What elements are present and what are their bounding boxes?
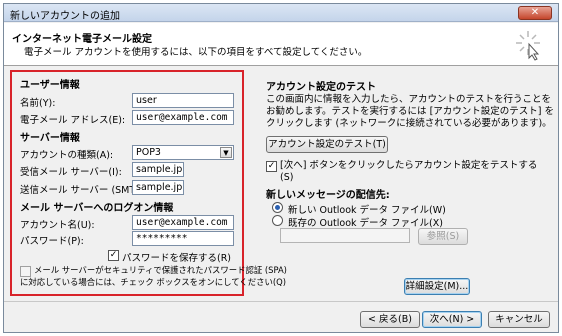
- name-field[interactable]: user: [132, 93, 234, 108]
- title-bar: 新しいアカウントの追加 ✕: [4, 4, 558, 22]
- test-desc-line2: お勧めします。テストを実行するには [アカウント設定のテスト] を: [266, 106, 555, 117]
- test-desc-line3: クリックします (ネットワークに接続されている必要があります)。: [266, 118, 552, 129]
- password-field[interactable]: *********: [132, 231, 234, 246]
- remember-password-label: パスワードを保存する(R): [122, 253, 232, 264]
- name-label: 名前(Y):: [20, 98, 56, 109]
- remember-password-checkbox[interactable]: ✓: [108, 250, 119, 261]
- password-label: パスワード(P):: [20, 236, 84, 247]
- content-area: ユーザー情報 名前(Y): user 電子メール アドレス(E): user@e…: [4, 67, 558, 300]
- test-heading: アカウント設定のテスト: [266, 82, 376, 93]
- logon-info-heading: メール サーバーへのログオン情報: [20, 203, 174, 214]
- delivery-heading: 新しいメッセージの配信先:: [266, 190, 390, 201]
- close-button[interactable]: ✕: [518, 6, 552, 20]
- browse-button[interactable]: 参照(S): [418, 228, 468, 245]
- existing-data-file-radio[interactable]: [272, 215, 283, 226]
- test-account-button[interactable]: アカウント設定のテスト(T): [266, 136, 388, 153]
- account-type-select[interactable]: POP3 ▼: [132, 145, 234, 160]
- chevron-down-icon[interactable]: ▼: [220, 147, 232, 158]
- server-info-heading: サーバー情報: [20, 133, 80, 144]
- new-data-file-label: 新しい Outlook データ ファイル(W): [288, 205, 446, 216]
- spa-label-line1: メール サーバーがセキュリティで保護されたパスワード認証 (SPA): [34, 265, 287, 275]
- header-title: インターネット電子メール設定: [12, 34, 152, 45]
- wizard-cursor-icon: [516, 31, 540, 61]
- existing-data-file-label: 既存の Outlook データ ファイル(X): [288, 218, 443, 229]
- advanced-settings-button[interactable]: 詳細設定(M)...: [404, 278, 470, 295]
- data-file-path-field[interactable]: [280, 228, 410, 243]
- header-panel: インターネット電子メール設定 電子メール アカウントを使用するには、以下の項目を…: [4, 23, 558, 66]
- incoming-server-field[interactable]: sample.jp: [132, 162, 184, 177]
- window-title: 新しいアカウントの追加: [10, 11, 120, 22]
- footer-bar: < 戻る(B) 次へ(N) > キャンセル: [4, 301, 558, 334]
- spa-label-line2: に対応している場合には、チェック ボックスをオンにしてください(Q): [20, 277, 287, 287]
- new-data-file-radio[interactable]: [272, 202, 283, 213]
- header-subtitle: 電子メール アカウントを使用するには、以下の項目をすべて設定してください。: [24, 47, 368, 58]
- back-button[interactable]: < 戻る(B): [360, 311, 420, 328]
- test-desc-line1: この画面内に情報を入力したら、アカウントのテストを行うことを: [266, 94, 552, 105]
- incoming-server-label: 受信メール サーバー(I):: [20, 167, 122, 178]
- email-field[interactable]: user@example.com: [132, 110, 234, 125]
- auto-test-label-line1: [次へ] ボタンをクリックしたらアカウント設定をテストする: [280, 160, 538, 171]
- account-name-label: アカウント名(U):: [20, 220, 95, 231]
- email-label: 電子メール アドレス(E):: [20, 115, 126, 126]
- outgoing-server-field[interactable]: sample.jp: [132, 180, 184, 195]
- account-type-value: POP3: [136, 147, 161, 158]
- account-name-field[interactable]: user@example.com: [132, 215, 234, 230]
- auto-test-label-line2: (S): [280, 172, 294, 183]
- cancel-button[interactable]: キャンセル: [488, 311, 550, 328]
- next-button[interactable]: 次へ(N) >: [422, 311, 482, 328]
- dialog-window: 新しいアカウントの追加 ✕ インターネット電子メール設定 電子メール アカウント…: [3, 3, 559, 333]
- account-type-label: アカウントの種類(A):: [20, 150, 114, 161]
- auto-test-checkbox[interactable]: ✓: [266, 161, 277, 172]
- user-info-heading: ユーザー情報: [20, 80, 80, 91]
